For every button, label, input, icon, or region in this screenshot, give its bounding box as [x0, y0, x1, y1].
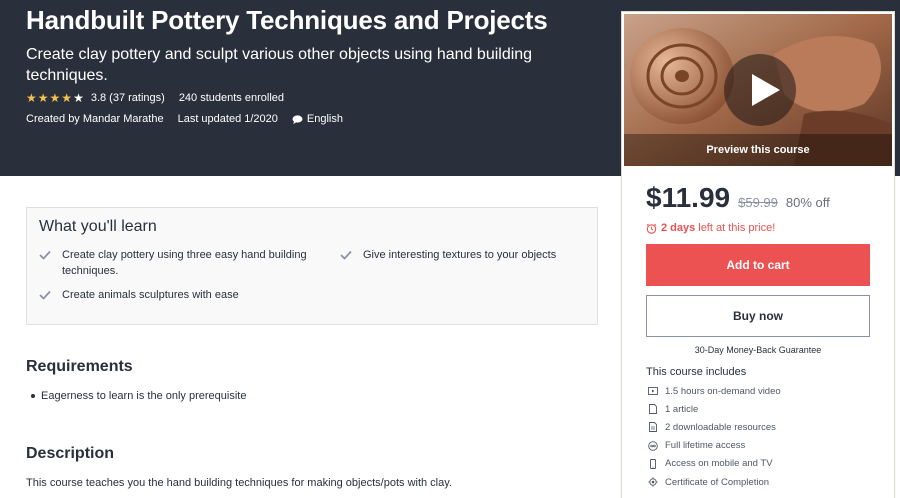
- includes-title: This course includes: [646, 366, 747, 378]
- speech-bubble-icon: [292, 114, 303, 124]
- bullet: [31, 394, 35, 398]
- list-item: Give interesting textures to your object…: [340, 247, 590, 263]
- video-icon: [648, 387, 658, 396]
- infinity-icon: [648, 440, 658, 451]
- check-icon: [39, 290, 51, 300]
- preview-label: Preview this course: [706, 144, 810, 156]
- star-icon: ★: [37, 91, 49, 105]
- learn-title: What you'll learn: [39, 218, 157, 235]
- list-item: 1 article: [648, 400, 781, 418]
- purchase-sidebar: Preview this course $11.99 $59.99 80% of…: [621, 11, 895, 498]
- price-timer: 2 days left at this price!: [646, 222, 775, 234]
- buy-now-button[interactable]: Buy now: [646, 295, 870, 337]
- course-language: English: [306, 113, 343, 125]
- rating-row: ★ ★ ★ ★ ★ 3.8 (37 ratings) 240 students …: [26, 92, 284, 104]
- instructor-link[interactable]: Created by Mandar Marathe: [26, 113, 164, 125]
- last-updated: Last updated 1/2020: [177, 113, 278, 125]
- timer-days: 2 days: [661, 222, 696, 234]
- include-label: Full lifetime access: [665, 440, 746, 452]
- include-label: 2 downloadable resources: [665, 421, 776, 433]
- star-icon: ★: [61, 91, 73, 105]
- requirements-title: Requirements: [26, 358, 133, 375]
- list-item: Eagerness to learn is the only prerequis…: [31, 390, 246, 402]
- money-back-guarantee: 30-Day Money-Back Guarantee: [694, 345, 822, 355]
- list-item: 1.5 hours on-demand video: [648, 382, 781, 400]
- star-empty-icon: ★: [73, 91, 84, 105]
- star-icon: ★: [49, 91, 61, 105]
- list-item: Access on mobile and TV: [648, 455, 781, 473]
- rating-text[interactable]: 3.8 (37 ratings): [91, 92, 165, 104]
- include-label: 1 article: [665, 403, 699, 415]
- learn-item-text: Give interesting textures to your object…: [363, 249, 557, 261]
- description-title: Description: [26, 445, 115, 462]
- download-icon: [649, 422, 657, 433]
- learn-item-text: Create clay pottery using three easy han…: [62, 249, 307, 277]
- play-icon: [752, 74, 780, 106]
- certificate-icon: [648, 477, 658, 487]
- add-to-cart-button[interactable]: Add to cart: [646, 244, 870, 286]
- list-item: 2 downloadable resources: [648, 418, 781, 436]
- course-meta: Created by Mandar Marathe Last updated 1…: [26, 113, 343, 125]
- list-item: Full lifetime access: [648, 437, 781, 455]
- current-price: $11.99: [646, 182, 731, 213]
- original-price: $59.99: [738, 195, 778, 210]
- list-item: Create clay pottery using three easy han…: [39, 247, 309, 279]
- course-title: Handbuilt Pottery Techniques and Project…: [26, 5, 548, 35]
- discount-percent: 80% off: [785, 195, 830, 210]
- article-icon: [649, 404, 657, 415]
- include-label: Certificate of Completion: [665, 476, 770, 488]
- list-item: Certificate of Completion: [648, 473, 781, 491]
- play-button[interactable]: [724, 54, 796, 126]
- star-icon: ★: [26, 91, 37, 105]
- star-rating[interactable]: ★ ★ ★ ★ ★: [26, 92, 85, 104]
- learn-item-text: Create animals sculptures with ease: [62, 289, 239, 301]
- include-label: 1.5 hours on-demand video: [665, 385, 781, 397]
- timer-text: left at this price!: [698, 222, 776, 234]
- check-icon: [39, 250, 51, 260]
- list-item: Create animals sculptures with ease: [39, 287, 309, 303]
- what-youll-learn: What you'll learn Create clay pottery us…: [26, 207, 598, 325]
- include-label: Access on mobile and TV: [665, 458, 773, 470]
- description-text: This course teaches you the hand buildin…: [26, 477, 452, 489]
- mobile-icon: [650, 458, 656, 469]
- price-row: $11.99 $59.99 80% off: [646, 182, 830, 214]
- course-subtitle: Create clay pottery and sculpt various o…: [26, 46, 533, 84]
- includes-list: 1.5 hours on-demand video 1 article 2 do…: [648, 382, 781, 491]
- check-icon: [340, 250, 352, 260]
- alarm-clock-icon: [646, 223, 657, 234]
- course-preview[interactable]: Preview this course: [624, 14, 892, 166]
- enrolled-count: 240 students enrolled: [178, 92, 284, 104]
- requirement-text: Eagerness to learn is the only prerequis…: [41, 390, 247, 402]
